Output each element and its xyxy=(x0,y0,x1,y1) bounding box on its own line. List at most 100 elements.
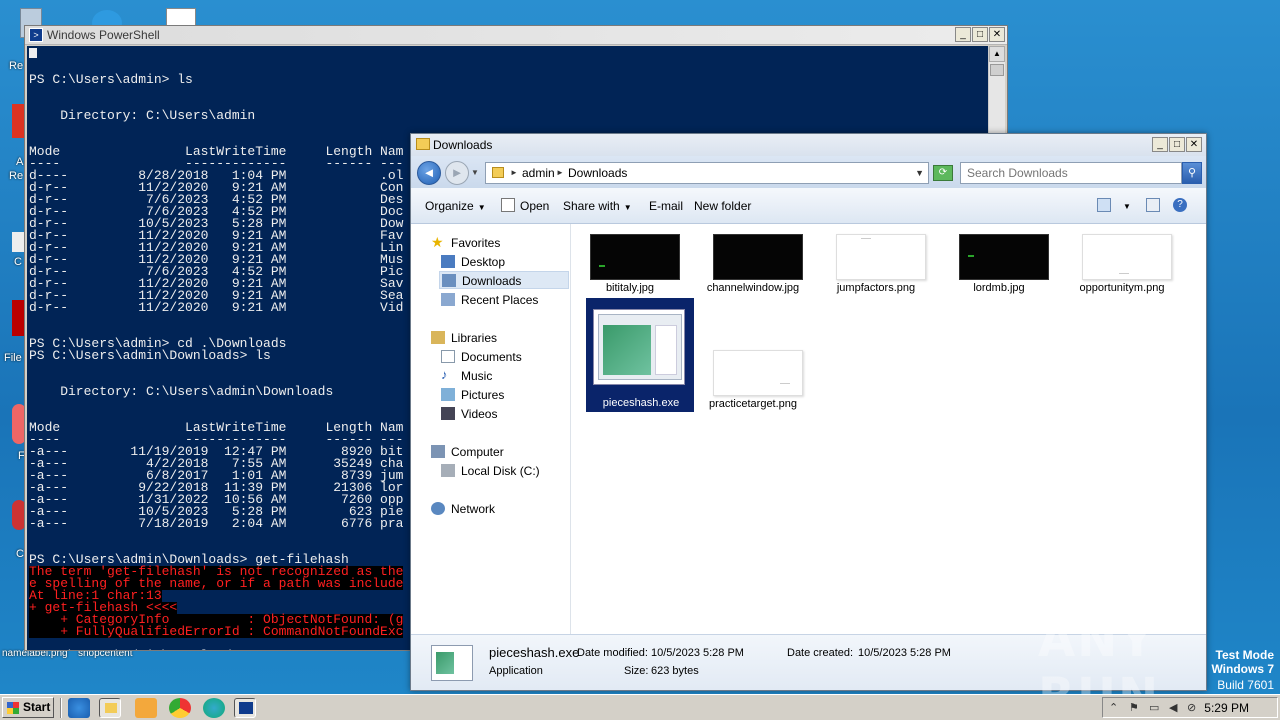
network-tray-icon[interactable]: ▭ xyxy=(1149,701,1159,714)
desktop-icon-label: Re xyxy=(9,60,24,72)
maximize-button[interactable]: □ xyxy=(972,27,988,42)
edge-icon[interactable] xyxy=(203,698,225,718)
windows-logo-icon xyxy=(7,702,19,714)
organize-button[interactable]: Organize ▼ xyxy=(425,199,486,213)
file-thumbnail-detail xyxy=(603,325,651,375)
command-bar: Organize ▼ Open Share with ▼ E-mail New fo… xyxy=(411,188,1206,224)
test-mode-label: Test Mode xyxy=(1215,648,1274,662)
disk-icon xyxy=(441,464,455,477)
media-player-icon[interactable] xyxy=(135,698,157,718)
maximize-button[interactable]: □ xyxy=(1169,137,1185,152)
details-file-type: Application xyxy=(489,665,543,677)
back-button[interactable]: ◄ xyxy=(417,161,441,185)
address-bar[interactable]: ► admin ► Downloads ▼ xyxy=(485,162,929,184)
network-icon xyxy=(431,502,445,515)
search-input[interactable] xyxy=(967,166,1167,180)
search-icon[interactable]: ⚲ xyxy=(1182,162,1202,184)
file-list: bititaly.jpg channelwindow.jpg jumpfacto… xyxy=(572,224,1206,634)
warning-icon[interactable]: ⊘ xyxy=(1187,701,1196,714)
nav-computer[interactable]: Computer xyxy=(431,443,561,461)
explorer-taskbar-button[interactable] xyxy=(99,698,121,718)
console-line: PS C:\Users\admin\Downloads> ls xyxy=(29,348,271,363)
details-size-label: Size: xyxy=(624,665,649,677)
share-with-button[interactable]: Share with ▼ xyxy=(563,199,632,213)
flag-icon[interactable]: ⚑ xyxy=(1129,701,1139,714)
explorer-window: Downloads _ □ ✕ ◄ ► ▼ ► admin ► Download… xyxy=(410,133,1207,691)
desktop-document-icon[interactable] xyxy=(166,8,196,26)
nav-videos[interactable]: Videos xyxy=(441,405,561,423)
email-button[interactable]: E-mail xyxy=(649,199,683,213)
file-item[interactable]: lordmb.jpg xyxy=(945,230,1053,340)
nav-recent-places[interactable]: Recent Places xyxy=(441,291,569,309)
nav-libraries-label: Libraries xyxy=(451,331,498,345)
close-button[interactable]: ✕ xyxy=(1186,137,1202,152)
file-item[interactable]: practicetarget.png xyxy=(699,346,807,456)
scroll-up-button[interactable]: ▲ xyxy=(989,46,1005,62)
console-line: d-r-- 11/2/2020 9:21 AM Vid xyxy=(29,300,404,315)
details-size-value: 623 bytes xyxy=(651,665,699,677)
nav-music-label: Music xyxy=(461,369,493,383)
minimize-button[interactable]: _ xyxy=(1152,137,1168,152)
recent-pages-dropdown-icon[interactable]: ▼ xyxy=(471,168,479,177)
internet-explorer-icon[interactable] xyxy=(68,698,90,718)
nav-videos-label: Videos xyxy=(461,407,498,421)
file-item[interactable]: opportunitym.png xyxy=(1068,230,1176,340)
minimize-button[interactable]: _ xyxy=(955,27,971,42)
file-item-selected[interactable]: pieceshash.exe xyxy=(586,298,694,412)
computer-icon xyxy=(431,445,445,458)
scroll-thumb[interactable] xyxy=(990,64,1004,76)
explorer-titlebar[interactable]: Downloads _ □ ✕ xyxy=(411,134,1206,156)
file-thumbnail xyxy=(713,350,803,396)
file-name: opportunitym.png xyxy=(1079,282,1165,294)
powershell-taskbar-button[interactable] xyxy=(234,698,256,718)
nav-music[interactable]: ♪ Music xyxy=(441,367,561,385)
breadcrumb-downloads[interactable]: Downloads xyxy=(568,166,627,180)
file-item[interactable]: channelwindow.jpg xyxy=(699,230,807,340)
nav-network[interactable]: Network xyxy=(431,500,561,518)
show-hidden-icons-icon[interactable]: ⌃ xyxy=(1109,701,1118,714)
chevron-down-icon[interactable]: ▼ xyxy=(915,168,924,178)
file-item[interactable]: jumpfactors.png xyxy=(822,230,930,340)
recent-places-icon xyxy=(441,293,455,306)
change-view-icon[interactable] xyxy=(1097,198,1111,212)
help-icon[interactable]: ? xyxy=(1173,198,1187,212)
console-line: PS C:\Users\admin> ls xyxy=(29,72,193,87)
folder-icon xyxy=(492,167,504,178)
details-created-label: Date created: xyxy=(787,647,854,659)
star-icon: ★ xyxy=(431,234,444,250)
chevron-right-icon[interactable]: ► xyxy=(510,168,518,177)
os-label: Windows 7 xyxy=(1211,662,1274,676)
file-thumbnail xyxy=(713,234,803,280)
console-line: -a--- 7/18/2019 2:04 AM 6776 pra xyxy=(29,516,404,531)
nav-downloads[interactable]: Downloads xyxy=(439,271,569,289)
details-modified-value: 10/5/2023 5:28 PM xyxy=(651,647,744,659)
nav-libraries[interactable]: Libraries xyxy=(431,329,561,347)
new-folder-button[interactable]: New folder xyxy=(694,199,751,213)
chevron-right-icon[interactable]: ► xyxy=(556,168,564,177)
powershell-titlebar[interactable]: > Windows PowerShell _ □ ✕ xyxy=(25,26,1007,45)
view-options-dropdown-icon[interactable]: ▼ xyxy=(1123,202,1131,211)
volume-icon[interactable]: ◀ xyxy=(1169,701,1177,714)
open-button[interactable]: Open xyxy=(520,199,549,213)
share-with-label: Share with xyxy=(563,199,620,213)
clock[interactable]: 5:29 PM xyxy=(1204,701,1249,715)
file-thumbnail-detail xyxy=(1119,273,1129,274)
forward-button[interactable]: ► xyxy=(445,161,469,185)
start-button[interactable]: Start xyxy=(2,697,54,718)
nav-favorites[interactable]: ★ Favorites xyxy=(431,234,561,252)
close-button[interactable]: ✕ xyxy=(989,27,1005,42)
refresh-button[interactable]: ⟳ xyxy=(933,165,953,181)
libraries-icon xyxy=(431,331,445,344)
breadcrumb-admin[interactable]: admin xyxy=(522,166,555,180)
nav-local-disk[interactable]: Local Disk (C:) xyxy=(441,462,561,480)
nav-documents[interactable]: Documents xyxy=(441,348,561,366)
folder-icon xyxy=(416,138,430,150)
nav-desktop[interactable]: Desktop xyxy=(441,253,561,271)
file-name: channelwindow.jpg xyxy=(706,282,800,294)
preview-pane-icon[interactable] xyxy=(1146,198,1160,212)
chrome-icon[interactable] xyxy=(169,698,191,718)
nav-pictures[interactable]: Pictures xyxy=(441,386,561,404)
file-thumbnail xyxy=(590,234,680,280)
taskbar: Start ⌃ ⚑ ▭ ◀ ⊘ 5:29 PM xyxy=(0,694,1280,720)
folder-icon xyxy=(105,703,117,713)
